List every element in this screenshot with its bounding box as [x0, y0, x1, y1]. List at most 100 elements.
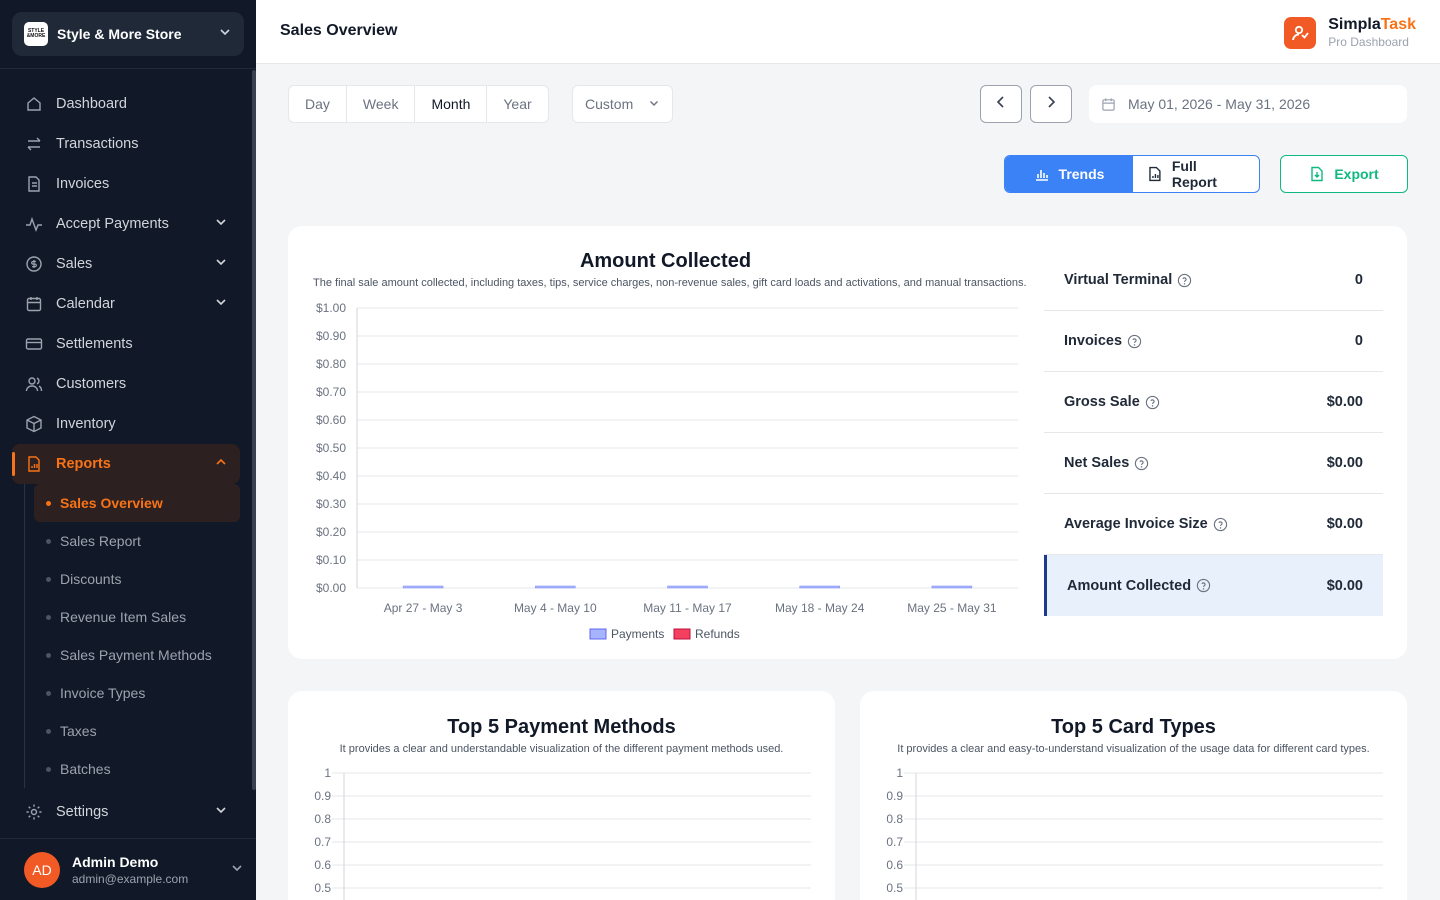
submenu-item-taxes[interactable]: Taxes	[34, 712, 240, 750]
full-report-label: Full Report	[1171, 158, 1217, 190]
export-label: Export	[1334, 166, 1379, 182]
credit-card-icon	[24, 334, 44, 354]
y-tick-label: $0.80	[316, 357, 346, 371]
stat-value: 0	[1354, 272, 1363, 288]
sidebar-item-label: Accept Payments	[56, 216, 169, 232]
calendar-icon	[1101, 97, 1116, 112]
file-export-icon	[1311, 166, 1324, 182]
sidebar-item-customers[interactable]: Customers	[12, 364, 240, 404]
submenu-label: Sales Overview	[60, 495, 163, 511]
submenu-item-sales-payment-methods[interactable]: Sales Payment Methods	[34, 636, 240, 674]
period-segmented-control: Day Week Month Year	[288, 85, 549, 123]
chart-title: Top 5 Payment Methods	[447, 716, 676, 738]
y-tick-label: $0.10	[316, 553, 346, 567]
sidebar-item-label: Calendar	[56, 296, 115, 312]
y-tick-label: 0.6	[886, 858, 903, 872]
custom-range-dropdown[interactable]: Custom	[572, 85, 673, 123]
y-tick-label: 0.5	[314, 881, 331, 895]
legend-label-refunds: Refunds	[695, 627, 740, 641]
bullet-icon	[46, 538, 51, 544]
amount-collected-chart: $0.00 $0.10 $0.20 $0.30 $0.40 $0.50 $0.60 $0.70…	[316, 301, 1018, 641]
previous-period-button[interactable]	[980, 85, 1022, 123]
help-icon[interactable]	[1177, 273, 1192, 288]
stat-virtual-terminal: Virtual Terminal 0	[1044, 250, 1383, 311]
date-range-picker[interactable]: May 01, 2026 - May 31, 2026	[1089, 85, 1407, 123]
sidebar-item-settlements[interactable]: Settlements	[12, 324, 240, 364]
submenu-item-invoice-types[interactable]: Invoice Types	[34, 674, 240, 712]
sidebar-item-label: Settlements	[56, 336, 133, 352]
submenu-label: Sales Payment Methods	[60, 647, 212, 663]
trends-button[interactable]: Trends	[1005, 156, 1133, 192]
help-icon[interactable]	[1145, 395, 1160, 410]
period-week-button[interactable]: Week	[347, 86, 416, 122]
bullet-icon	[46, 500, 51, 506]
store-name: Style & More Store	[57, 26, 182, 42]
sidebar-item-inventory[interactable]: Inventory	[12, 404, 240, 444]
stat-label: Gross Sale	[1064, 394, 1140, 410]
y-tick-label: $0.60	[316, 413, 346, 427]
reports-submenu: Sales Overview Sales Report Discounts Re…	[24, 484, 240, 788]
stat-label: Invoices	[1064, 333, 1123, 349]
next-period-button[interactable]	[1030, 85, 1072, 123]
sidebar-item-sales[interactable]: Sales	[12, 244, 240, 284]
sidebar-item-transactions[interactable]: Transactions	[12, 124, 240, 164]
stat-amount-collected[interactable]: Amount Collected $0.00	[1044, 555, 1383, 616]
chevron-down-icon	[214, 255, 228, 273]
sidebar-item-accept-payments[interactable]: Accept Payments	[12, 204, 240, 244]
chevron-down-icon	[214, 803, 228, 821]
x-tick-label: May 11 - May 17	[643, 601, 732, 615]
help-icon[interactable]	[1196, 578, 1211, 593]
help-icon[interactable]	[1134, 456, 1149, 471]
sidebar-item-label: Settings	[56, 804, 109, 820]
sidebar-item-label: Sales	[56, 256, 93, 272]
sidebar-item-reports[interactable]: Reports	[12, 444, 240, 484]
stat-label: Amount Collected	[1067, 577, 1192, 594]
store-logo: STYLE &MORE	[24, 22, 48, 46]
y-tick-label: 0.8	[314, 812, 331, 826]
period-month-button[interactable]: Month	[415, 86, 488, 122]
chevron-down-icon	[214, 295, 228, 313]
trends-label: Trends	[1058, 166, 1105, 182]
submenu-item-revenue-item-sales[interactable]: Revenue Item Sales	[34, 598, 240, 636]
x-tick-label: May 4 - May 10	[514, 601, 597, 615]
chevron-right-icon	[1043, 94, 1059, 115]
user-menu[interactable]: AD Admin Demo admin@example.com	[24, 852, 244, 888]
sidebar-item-settings[interactable]: Settings	[12, 792, 240, 832]
bullet-icon	[46, 690, 51, 696]
stat-value: $0.00	[1326, 455, 1363, 471]
sidebar-scrollbar[interactable]	[252, 70, 256, 790]
y-tick-label: $0.50	[316, 441, 346, 455]
submenu-item-batches[interactable]: Batches	[34, 750, 240, 788]
y-tick-label: 0.6	[314, 858, 331, 872]
y-tick-label: 1	[896, 766, 903, 780]
submenu-item-discounts[interactable]: Discounts	[34, 560, 240, 598]
submenu-item-sales-report[interactable]: Sales Report	[34, 522, 240, 560]
sidebar-item-invoices[interactable]: Invoices	[12, 164, 240, 204]
chevron-down-icon	[230, 861, 244, 880]
card-types-chart: 1 0.9 0.8 0.7 0.6 0.5	[886, 766, 1383, 900]
full-report-button[interactable]: Full Report	[1133, 156, 1259, 192]
period-year-button[interactable]: Year	[487, 86, 547, 122]
pulse-icon	[24, 214, 44, 234]
help-icon[interactable]	[1213, 517, 1228, 532]
sidebar-item-calendar[interactable]: Calendar	[12, 284, 240, 324]
sidebar-item-dashboard[interactable]: Dashboard	[12, 84, 240, 124]
store-selector[interactable]: STYLE &MORE Style & More Store	[12, 12, 244, 56]
chart-subtitle: The final sale amount collected, includi…	[313, 277, 1027, 289]
custom-range-label: Custom	[585, 96, 634, 112]
report-icon	[24, 454, 44, 474]
home-icon	[24, 94, 44, 114]
top-bar: Sales Overview SimplaTask Pro Dashboard	[256, 0, 1440, 64]
submenu-item-sales-overview[interactable]: Sales Overview	[34, 484, 240, 522]
period-day-button[interactable]: Day	[289, 86, 347, 122]
stat-value: $0.00	[1326, 577, 1363, 594]
submenu-label: Revenue Item Sales	[60, 609, 187, 625]
export-button[interactable]: Export	[1280, 155, 1408, 193]
x-tick-label: Apr 27 - May 3	[384, 601, 463, 615]
brand-subtitle: Pro Dashboard	[1328, 35, 1409, 49]
y-tick-label: 0.9	[886, 789, 903, 803]
help-icon[interactable]	[1127, 334, 1142, 349]
submenu-label: Taxes	[60, 723, 97, 739]
y-tick-label: 0.8	[886, 812, 903, 826]
payment-methods-chart: 1 0.9 0.8 0.7 0.6 0.5	[314, 766, 811, 900]
